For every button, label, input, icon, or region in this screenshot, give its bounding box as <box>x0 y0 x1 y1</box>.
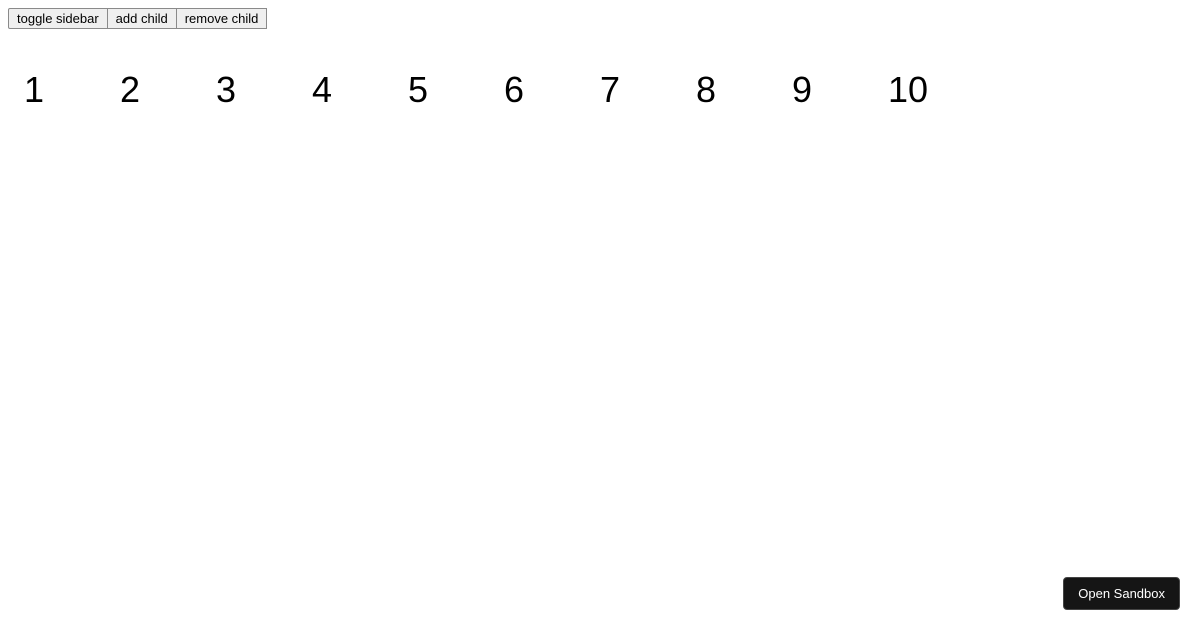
list-item: 1 <box>24 69 120 111</box>
toolbar: toggle sidebar add child remove child <box>8 8 1192 29</box>
list-item: 3 <box>216 69 312 111</box>
list-item: 10 <box>888 69 984 111</box>
list-item: 2 <box>120 69 216 111</box>
toggle-sidebar-button[interactable]: toggle sidebar <box>8 8 108 29</box>
list-item: 9 <box>792 69 888 111</box>
list-item: 5 <box>408 69 504 111</box>
add-child-button[interactable]: add child <box>107 8 177 29</box>
open-sandbox-button[interactable]: Open Sandbox <box>1063 577 1180 610</box>
list-item: 7 <box>600 69 696 111</box>
remove-child-button[interactable]: remove child <box>176 8 268 29</box>
list-item: 8 <box>696 69 792 111</box>
items-row: 1 2 3 4 5 6 7 8 9 10 <box>8 69 1192 111</box>
list-item: 4 <box>312 69 408 111</box>
list-item: 6 <box>504 69 600 111</box>
